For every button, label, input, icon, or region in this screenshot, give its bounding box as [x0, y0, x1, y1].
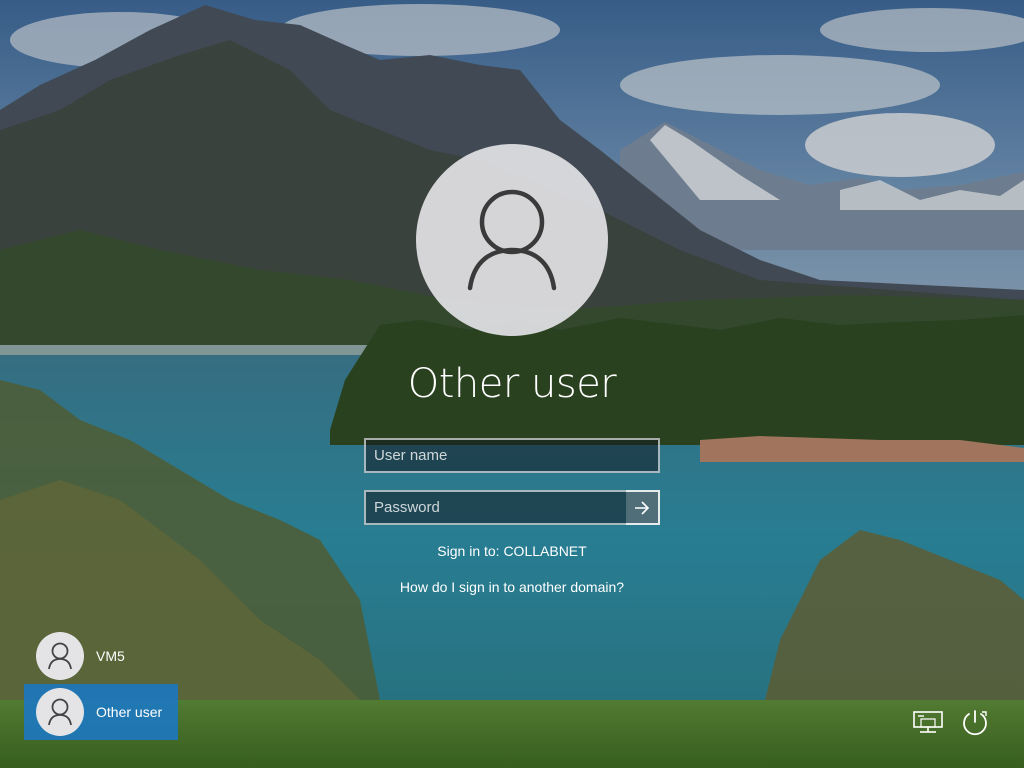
sign-in-domain-text: Sign in to: COLLABNET — [437, 543, 587, 559]
user-tile-other-user[interactable]: Other user — [24, 684, 178, 740]
selected-user-name: Other user — [407, 361, 617, 407]
user-icon — [36, 632, 84, 680]
large-user-avatar — [416, 144, 608, 336]
domain-help-link[interactable]: How do I sign in to another domain? — [312, 579, 712, 595]
password-input[interactable] — [364, 490, 660, 525]
user-icon — [467, 189, 557, 291]
power-icon[interactable] — [958, 706, 992, 740]
user-tile-label: VM5 — [96, 648, 125, 664]
arrow-right-icon — [635, 500, 650, 515]
username-input[interactable] — [364, 438, 660, 473]
network-icon[interactable] — [911, 706, 945, 740]
submit-button[interactable] — [626, 490, 660, 525]
user-tile-vm5[interactable]: VM5 — [24, 628, 178, 684]
user-icon — [36, 688, 84, 736]
user-tile-label: Other user — [96, 704, 163, 720]
